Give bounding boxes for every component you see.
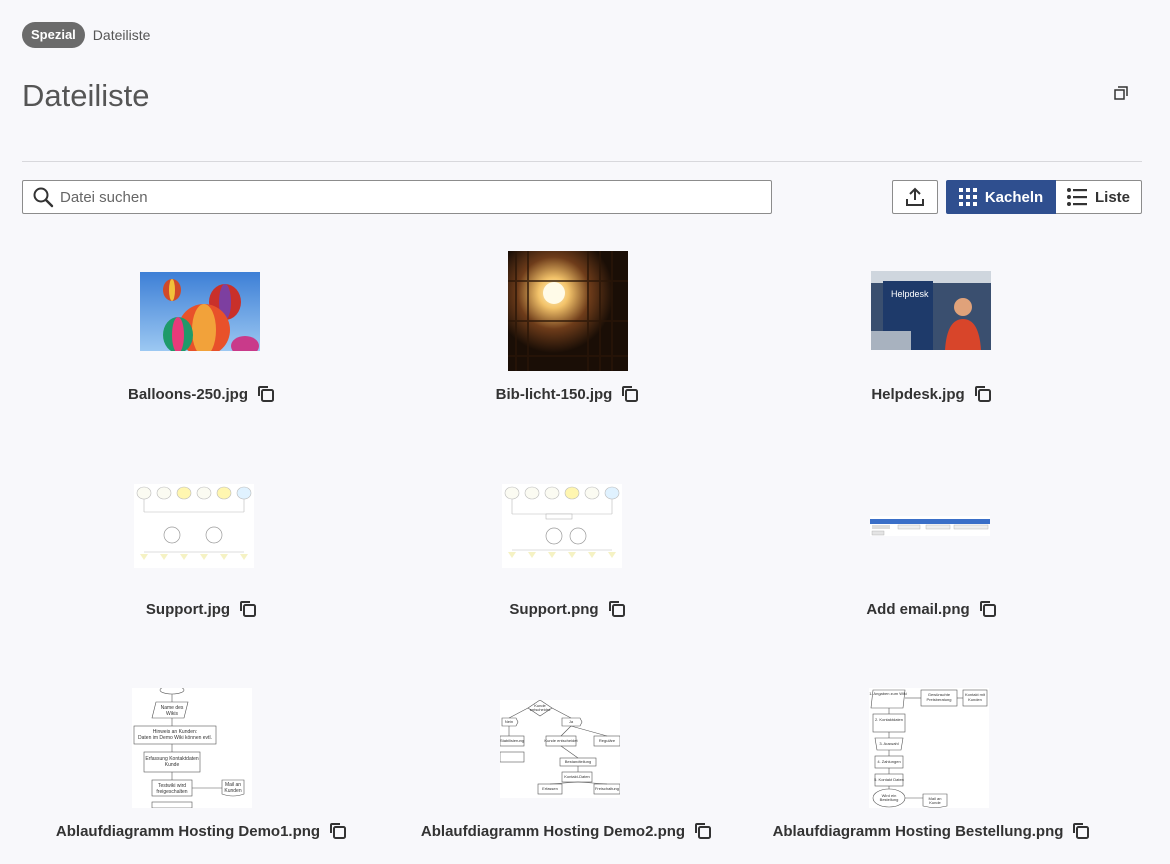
page-title: Dateiliste (22, 78, 150, 113)
file-name[interactable]: Support.jpg (146, 601, 230, 618)
breadcrumb: Spezial Dateiliste (22, 22, 150, 48)
file-name[interactable]: Support.png (509, 601, 598, 618)
svg-text:Kontakt-Daten: Kontakt-Daten (564, 774, 590, 779)
svg-text:4. Zahlungen: 4. Zahlungen (877, 759, 900, 764)
svg-text:Wikis: Wikis (166, 711, 178, 717)
list-view-label: Liste (1094, 188, 1130, 206)
file-name-row: Ablaufdiagramm Hosting Demo2.png (392, 821, 742, 841)
file-name[interactable]: Add email.png (866, 601, 969, 618)
file-tile[interactable]: Balloons-250.jpg (52, 240, 352, 415)
file-tile[interactable]: Support.png (418, 470, 718, 645)
divider (22, 161, 1142, 162)
file-name[interactable]: Ablaufdiagramm Hosting Demo1.png (56, 823, 320, 840)
svg-text:Nein: Nein (505, 719, 513, 724)
file-tile[interactable]: Helpdesk Helpdesk.jpg (782, 240, 1082, 415)
svg-text:Kunde: Kunde (165, 762, 180, 768)
thumbnail-balloons[interactable] (140, 272, 260, 351)
copy-icon[interactable] (328, 821, 348, 841)
upload-button[interactable] (892, 180, 938, 214)
svg-text:Kunden: Kunden (968, 697, 982, 702)
file-name-row: Helpdesk.jpg (782, 384, 1082, 404)
file-name-row: Bib-licht-150.jpg (418, 384, 718, 404)
thumbnail-form-screenshot[interactable] (870, 516, 990, 536)
thumbnail-flowchart[interactable]: 1. Angaben zum Wiki Gewünschte Preisberat… (869, 688, 989, 808)
thumbnail-helpdesk[interactable]: Helpdesk (871, 271, 991, 350)
thumbnail-support-diagram[interactable] (502, 484, 622, 568)
svg-text:Erfassen: Erfassen (542, 786, 558, 791)
file-name-row: Ablaufdiagramm Hosting Bestellung.png (752, 821, 1112, 841)
search-box (22, 180, 772, 214)
copy-icon[interactable] (620, 384, 640, 404)
svg-text:Helpdesk: Helpdesk (891, 289, 929, 299)
thumbnail-flowchart[interactable]: Name des Wikis Hinweis an Kunden: Daten im… (132, 688, 252, 808)
file-tile[interactable]: Kunde entscheidet Nein Ja Stabilisierung Ku… (392, 680, 742, 850)
svg-text:Bestellung: Bestellung (880, 797, 899, 802)
copy-icon[interactable] (256, 384, 276, 404)
svg-text:Bestandteilung: Bestandteilung (565, 759, 591, 764)
file-tile[interactable]: 1. Angaben zum Wiki Gewünschte Preisberat… (752, 680, 1112, 850)
svg-text:Daten im Demo Wiki können evtl: Daten im Demo Wiki können evtl. (138, 735, 212, 741)
file-name-row: Balloons-250.jpg (52, 384, 352, 404)
svg-text:3. Auswahl: 3. Auswahl (879, 741, 898, 746)
svg-text:Reguläre: Reguläre (599, 738, 616, 743)
tiles-view-button[interactable]: Kacheln (946, 180, 1056, 214)
search-input[interactable] (60, 182, 740, 212)
file-name-row: Support.jpg (52, 599, 352, 619)
view-toggle: Kacheln Liste (946, 180, 1142, 214)
grid-icon (958, 188, 977, 206)
svg-text:Stabilisierung: Stabilisierung (500, 738, 524, 743)
fullscreen-icon[interactable] (1113, 85, 1129, 101)
thumbnail-flowchart[interactable]: Kunde entscheidet Nein Ja Stabilisierung Ku… (500, 700, 620, 798)
copy-icon[interactable] (978, 599, 998, 619)
svg-text:2. Kontaktdaten: 2. Kontaktdaten (875, 717, 903, 722)
svg-text:Freischaltung: Freischaltung (595, 786, 619, 791)
copy-icon[interactable] (693, 821, 713, 841)
thumbnail-library-lamp[interactable] (508, 251, 628, 371)
file-tile[interactable]: Support.jpg (52, 470, 352, 645)
svg-text:Kunde: Kunde (929, 800, 941, 805)
svg-text:Kunde entscheidet: Kunde entscheidet (544, 738, 578, 743)
file-name-row: Ablaufdiagramm Hosting Demo1.png (32, 821, 372, 841)
svg-text:freigeschalten: freigeschalten (156, 789, 187, 795)
svg-text:entscheidet: entscheidet (530, 707, 551, 712)
file-name[interactable]: Ablaufdiagramm Hosting Bestellung.png (773, 823, 1064, 840)
thumbnail-support-diagram[interactable] (134, 484, 254, 568)
svg-text:Kunden: Kunden (224, 788, 241, 794)
upload-icon (906, 187, 924, 206)
file-name[interactable]: Helpdesk.jpg (871, 386, 964, 403)
copy-icon[interactable] (238, 599, 258, 619)
file-name-row: Add email.png (782, 599, 1082, 619)
svg-text:5. Kontakt Daten: 5. Kontakt Daten (874, 777, 904, 782)
namespace-badge[interactable]: Spezial (22, 22, 85, 48)
list-view-button[interactable]: Liste (1056, 180, 1142, 214)
list-icon (1066, 188, 1087, 206)
copy-icon[interactable] (973, 384, 993, 404)
search-icon (33, 187, 54, 208)
file-tile[interactable]: Add email.png (782, 470, 1082, 645)
copy-icon[interactable] (1071, 821, 1091, 841)
breadcrumb-current: Dateiliste (92, 27, 151, 43)
svg-text:1. Angaben zum Wiki: 1. Angaben zum Wiki (869, 691, 907, 696)
file-tile[interactable]: Bib-licht-150.jpg (418, 240, 718, 415)
file-name[interactable]: Ablaufdiagramm Hosting Demo2.png (421, 823, 685, 840)
copy-icon[interactable] (607, 599, 627, 619)
file-name[interactable]: Balloons-250.jpg (128, 386, 248, 403)
svg-text:Preisberatung: Preisberatung (927, 697, 952, 702)
file-name[interactable]: Bib-licht-150.jpg (496, 386, 613, 403)
file-name-row: Support.png (418, 599, 718, 619)
tiles-view-label: Kacheln (984, 188, 1044, 206)
file-tile[interactable]: Name des Wikis Hinweis an Kunden: Daten im… (32, 680, 372, 850)
